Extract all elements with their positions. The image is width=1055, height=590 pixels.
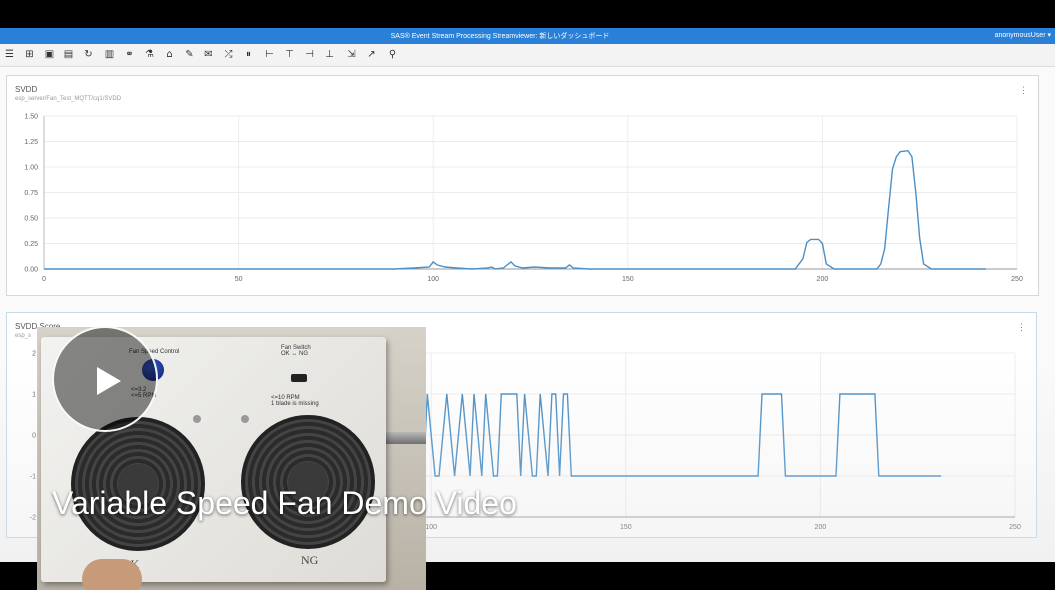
- align-left-icon[interactable]: ⊢: [264, 49, 275, 60]
- svdd-chart: 0 50 100 150 200 250 0.00 0.25 0.50 0.75 1.00 1.25 1…: [24, 114, 1023, 284]
- title-bar: SAS® Event Stream Processing Streamviewe…: [0, 28, 1055, 44]
- x-tick-label: 200: [815, 524, 827, 531]
- y-tick-label: 1.00: [24, 165, 38, 172]
- y-tick-label: 1.50: [24, 114, 38, 121]
- network-icon[interactable]: ⚲: [387, 49, 398, 60]
- x-tick-label: 100: [427, 276, 439, 283]
- add-panel-icon[interactable]: ⊞: [24, 49, 35, 60]
- x-tick-label: 250: [1011, 276, 1023, 283]
- y-tick-label: 0.25: [24, 241, 38, 248]
- save-icon[interactable]: ▤: [63, 49, 74, 60]
- photo-rod: [382, 432, 426, 444]
- x-tick-label: 100: [425, 524, 437, 531]
- y-tick-label: 0.50: [24, 216, 38, 223]
- wand-icon[interactable]: ⚗: [144, 49, 155, 60]
- y-tick-label: 0.00: [24, 267, 38, 274]
- shuffle-icon[interactable]: ⤮: [223, 49, 234, 60]
- dashboard-list-icon[interactable]: ☰: [4, 49, 15, 60]
- video-caption: Variable Speed Fan Demo Video: [52, 485, 517, 521]
- export-icon[interactable]: ⇲: [346, 49, 357, 60]
- y-tick-label: -2: [30, 515, 36, 522]
- screw: [193, 415, 201, 423]
- y-tick-label: 1: [32, 392, 36, 399]
- x-tick-label: 50: [235, 276, 243, 283]
- window-icon[interactable]: ▣: [44, 49, 55, 60]
- top-letterbox: [0, 0, 1055, 28]
- user-menu[interactable]: anonymousUser ▾: [995, 31, 1051, 39]
- y-tick-label: -1: [30, 474, 36, 481]
- pencil-icon[interactable]: ✎: [184, 49, 195, 60]
- play-button[interactable]: [52, 326, 158, 432]
- align-bottom-icon[interactable]: ⊥: [324, 49, 335, 60]
- series-line: [44, 149, 986, 270]
- align-right-icon[interactable]: ⊣: [304, 49, 315, 60]
- open-external-icon[interactable]: ↗: [366, 49, 377, 60]
- x-tick-label: 200: [817, 276, 829, 283]
- x-tick-label: 250: [1009, 524, 1021, 531]
- x-tick-label: 0: [42, 276, 46, 283]
- screw: [241, 415, 249, 423]
- play-icon: [97, 367, 121, 395]
- y-tick-label: 2: [32, 351, 36, 358]
- photo-label-ng: NG: [301, 553, 319, 567]
- pause-icon[interactable]: ⏸: [243, 49, 254, 60]
- photo-label-switch: Fan Switch OK ↔ NG: [281, 345, 311, 357]
- y-tick-label: 0: [32, 433, 36, 440]
- mail-icon[interactable]: ✉: [203, 49, 214, 60]
- delete-icon[interactable]: ⌂: [164, 49, 175, 60]
- y-tick-label: 1.25: [24, 139, 38, 146]
- refresh-icon[interactable]: ↻: [83, 49, 94, 60]
- fan-switch: [291, 374, 307, 382]
- y-tick-label: 0.75: [24, 190, 38, 197]
- photo-label-rpm2: <=10 RPM 1 blade is missing: [271, 395, 319, 407]
- fan-right: [241, 415, 375, 549]
- svdd-panel: SVDD esp_server/Fan_Test_MQTT/cq1/SVDD ⋮…: [6, 75, 1039, 296]
- app-frame: SAS® Event Stream Processing Streamviewe…: [0, 0, 1055, 590]
- fan-left: [71, 417, 205, 551]
- hand: [82, 559, 142, 590]
- link-icon[interactable]: ⚭: [124, 49, 135, 60]
- toolbar: ☰ ⊞ ▣ ▤ ↻ ▥ ⚭ ⚗ ⌂ ✎ ✉ ⤮ ⏸ ⊢ ⊤ ⊣ ⊥ ⇲ ↗ ⚲: [0, 44, 1055, 67]
- align-top-icon[interactable]: ⊤: [284, 49, 295, 60]
- document-icon[interactable]: ▥: [104, 49, 115, 60]
- window-title: SAS® Event Stream Processing Streamviewe…: [390, 33, 610, 40]
- x-tick-label: 150: [620, 524, 632, 531]
- x-tick-label: 150: [622, 276, 634, 283]
